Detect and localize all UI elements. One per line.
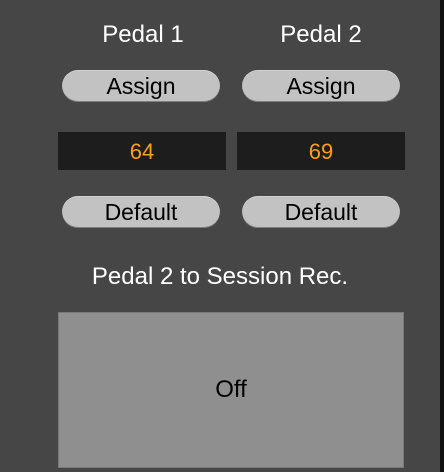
pedal-1-value-field[interactable]: 64: [58, 132, 226, 170]
pedal-2-value-field[interactable]: 69: [237, 132, 405, 170]
pedal-2-assign-button[interactable]: Assign: [242, 70, 400, 102]
pedal-2-default-button[interactable]: Default: [242, 196, 400, 228]
pedal-2-title: Pedal 2: [280, 21, 362, 48]
pedal-1-title: Pedal 1: [102, 21, 184, 48]
pedal-settings-panel: Pedal 1 Assign 64 Default Pedal 2 Assign…: [0, 0, 440, 472]
pedal-1-assign-button[interactable]: Assign: [62, 70, 220, 102]
session-rec-toggle[interactable]: Off: [58, 312, 404, 468]
pedal-1-default-button[interactable]: Default: [62, 196, 220, 228]
panel-edge: [440, 0, 444, 472]
session-rec-label: Pedal 2 to Session Rec.: [91, 263, 349, 290]
